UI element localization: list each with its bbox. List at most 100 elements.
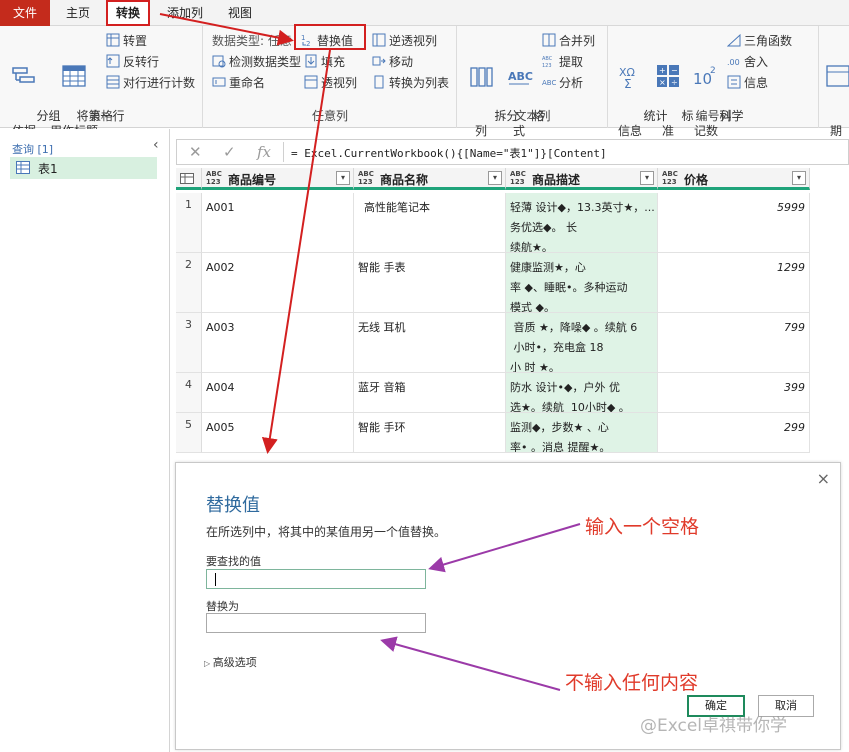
row-number[interactable]: 3 — [176, 313, 202, 373]
replace-with-label: 替换为 — [206, 600, 239, 613]
find-value-input[interactable] — [206, 569, 426, 589]
advanced-options-toggle[interactable]: ▷ 高级选项 — [204, 654, 257, 670]
cell-id[interactable]: A005 — [202, 413, 354, 453]
row-number[interactable]: 4 — [176, 373, 202, 413]
ribbon-tab-bar: 文件 主页 转换 添加列 视图 — [0, 0, 849, 26]
cell-name[interactable]: 蓝牙 音箱 — [354, 373, 506, 413]
filter-dropdown-icon[interactable]: ▾ — [792, 171, 806, 185]
column-header-id[interactable]: ABC 123 商品编号 ▾ — [202, 168, 354, 190]
cell-desc[interactable]: 防水 设计•◆，户外 优 选★。续航 10小时◆ 。 — [506, 373, 658, 413]
cell-price[interactable]: 1299 — [658, 253, 810, 313]
column-header-label: 价格 — [684, 173, 709, 187]
move-button[interactable]: 移动 — [372, 53, 413, 71]
pivot-button[interactable]: 透视列 — [304, 74, 357, 92]
parse-label: 分析 — [559, 76, 584, 90]
reverse-rows-button[interactable]: 反转行 — [106, 53, 159, 71]
cell-desc[interactable]: 健康监测★，心 率 ◆、睡眠•。多种运动 模式 ◆。 — [506, 253, 658, 313]
extract-button[interactable]: ABC 123 提取 — [542, 53, 583, 71]
info-button[interactable]: 信息 — [727, 74, 768, 92]
column-header-name[interactable]: ABC 123 商品名称 ▾ — [354, 168, 506, 190]
row-number[interactable]: 5 — [176, 413, 202, 453]
filter-dropdown-icon[interactable]: ▾ — [336, 171, 350, 185]
row-number[interactable]: 1 — [176, 193, 202, 253]
trig-button[interactable]: 三角函数 — [727, 32, 792, 50]
column-header-desc[interactable]: ABC 123 商品描述 ▾ — [506, 168, 658, 190]
cell-id[interactable]: A001 — [202, 193, 354, 253]
ribbon: 分组 依据 将第一行 用作标题 转置 反转行 对行进行计数 表格 数据类型: 任… — [0, 26, 849, 138]
cell-desc[interactable]: 监测◆，步数★ 、心 率• 。消息 提醒★。 — [506, 413, 658, 453]
cell-name[interactable]: 高性能笔记本 — [354, 193, 506, 253]
fill-button[interactable]: 填充 — [304, 53, 345, 71]
transpose-button[interactable]: 转置 — [106, 32, 147, 50]
scientific-button[interactable]: 10 2 科学 记数 — [689, 32, 744, 154]
parse-button[interactable]: ABC 分析 — [542, 74, 583, 92]
merge-columns-button[interactable]: 合并列 — [542, 32, 595, 50]
detect-type-button[interactable]: 检测数据类型 — [212, 53, 301, 71]
rounding-button[interactable]: .00 舍入 — [727, 53, 768, 71]
extract-label: 提取 — [559, 55, 584, 69]
dialog-title: 替换值 — [206, 495, 260, 516]
format-button[interactable]: ABC 格 式 — [502, 32, 545, 154]
tab-transform[interactable]: 转换 — [106, 0, 150, 26]
grid-corner-button[interactable] — [176, 168, 202, 190]
row-number[interactable]: 2 — [176, 253, 202, 313]
parse-icon: ABC — [542, 79, 556, 87]
tab-file[interactable]: 文件 — [0, 0, 50, 26]
data-grid: ABC 123 商品编号 ▾ ABC 123 商品名称 ▾ ABC 123 商品… — [176, 168, 810, 453]
tab-view[interactable]: 视图 — [220, 0, 260, 26]
unpivot-label: 逆透视列 — [389, 34, 438, 48]
data-type-dropdown[interactable]: 数据类型: 任意 — [212, 32, 292, 50]
query-item-table1[interactable]: 表1 — [10, 157, 157, 179]
cell-price[interactable]: 799 — [658, 313, 810, 373]
column-header-label: 商品描述 — [532, 173, 581, 187]
to-list-button[interactable]: 转换为列表 — [372, 74, 449, 92]
dialog-description: 在所选列中，将其中的某值用另一个值替换。 — [206, 525, 447, 539]
trig-label: 三角函数 — [744, 34, 793, 48]
tab-home[interactable]: 主页 — [56, 0, 100, 26]
date-button[interactable]: 日 期 — [824, 32, 849, 154]
any-type-icon: ABC 123 — [358, 170, 374, 186]
replace-with-input[interactable] — [206, 613, 426, 633]
rename-button[interactable]: 重命名 — [212, 74, 265, 92]
ribbon-group-number-column: XΩ Σ 统计 信息 + − × ÷ 标 准 10 2 科学 记数 三角函数 .00 舍入 … — [609, 26, 819, 138]
cell-desc[interactable]: 轻薄 设计◆，13.3英寸★，... 务优选◆。 长 续航★。 — [506, 193, 658, 253]
column-header-price[interactable]: ABC 123 价格 ▾ — [658, 168, 810, 190]
filter-dropdown-icon[interactable]: ▾ — [640, 171, 654, 185]
tab-add-column[interactable]: 添加列 — [160, 0, 210, 26]
cell-id[interactable]: A002 — [202, 253, 354, 313]
svg-text:ABC: ABC — [508, 70, 533, 83]
cell-price[interactable]: 5999 — [658, 193, 810, 253]
statistics-button[interactable]: XΩ Σ 统计 信息 — [613, 32, 668, 154]
rename-icon — [212, 77, 226, 87]
cancel-formula-icon[interactable]: ✕ — [189, 143, 202, 161]
detect-type-label: 检测数据类型 — [229, 55, 302, 69]
confirm-formula-icon[interactable]: ✓ — [223, 143, 236, 161]
svg-text:ABC: ABC — [542, 79, 556, 87]
standard-button[interactable]: + − × ÷ 标 准 — [651, 32, 694, 154]
power-icon: 102 — [693, 66, 716, 88]
cell-id[interactable]: A003 — [202, 313, 354, 373]
advanced-options-label: 高级选项 — [212, 656, 257, 669]
cell-name[interactable]: 智能 手表 — [354, 253, 506, 313]
cell-name[interactable]: 无线 耳机 — [354, 313, 506, 373]
queries-header: 查询 [1] — [12, 143, 54, 156]
number-column-group-label: 编号列 — [695, 109, 732, 123]
split-column-button[interactable]: 拆分 列 — [464, 32, 519, 154]
svg-text:−: − — [671, 66, 678, 75]
filter-dropdown-icon[interactable]: ▾ — [488, 171, 502, 185]
cell-id[interactable]: A004 — [202, 373, 354, 413]
cell-desc[interactable]: 音质 ★，降噪◆ 。续航 6 小时•，充电盒 18 小 时 ★。 — [506, 313, 658, 373]
collapse-chevron-icon[interactable]: ‹ — [153, 137, 159, 153]
cell-price[interactable]: 399 — [658, 373, 810, 413]
watermark: @Excel卓祺带你学 — [640, 716, 788, 736]
cell-price[interactable]: 299 — [658, 413, 810, 453]
unpivot-button[interactable]: 逆透视列 — [372, 32, 437, 50]
fx-icon[interactable]: fx — [257, 143, 271, 161]
formula-text[interactable]: = Excel.CurrentWorkbook(){[Name="表1"]}[C… — [291, 145, 607, 161]
cell-name[interactable]: 智能 手环 — [354, 413, 506, 453]
move-label: 移动 — [389, 55, 414, 69]
count-rows-button[interactable]: 对行进行计数 — [106, 74, 195, 92]
close-icon[interactable]: × — [817, 469, 830, 488]
transpose-label: 转置 — [123, 34, 148, 48]
svg-text:Σ: Σ — [624, 77, 632, 90]
